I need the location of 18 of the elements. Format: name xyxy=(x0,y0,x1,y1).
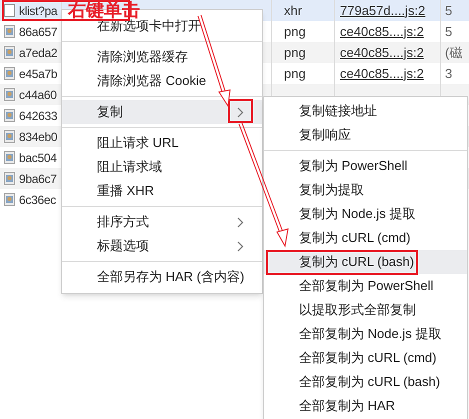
request-name: 9ba6c7 xyxy=(19,170,57,188)
request-name: 642633 xyxy=(19,108,58,124)
request-name: bac504 xyxy=(19,150,57,166)
request-name: e45a7b xyxy=(19,66,58,82)
size-cell-text: (磁 xyxy=(445,44,462,62)
request-name: a7eda2 xyxy=(19,44,58,62)
type-cell-text: png xyxy=(284,22,306,41)
size-cell-text: 5 xyxy=(445,2,452,20)
request-name: klist?pa xyxy=(19,2,58,20)
size-cell-text: 5 xyxy=(445,22,452,41)
request-name: 834eb0 xyxy=(19,128,58,146)
request-name: 6c36ec xyxy=(19,192,56,208)
type-cell-text: png xyxy=(284,44,306,62)
request-name: c44a60 xyxy=(19,86,57,104)
type-cell-text: xhr xyxy=(284,2,302,20)
size-cell-text: 3 xyxy=(445,64,452,83)
request-name: 86a657 xyxy=(19,24,58,40)
type-cell-text: png xyxy=(284,64,306,83)
